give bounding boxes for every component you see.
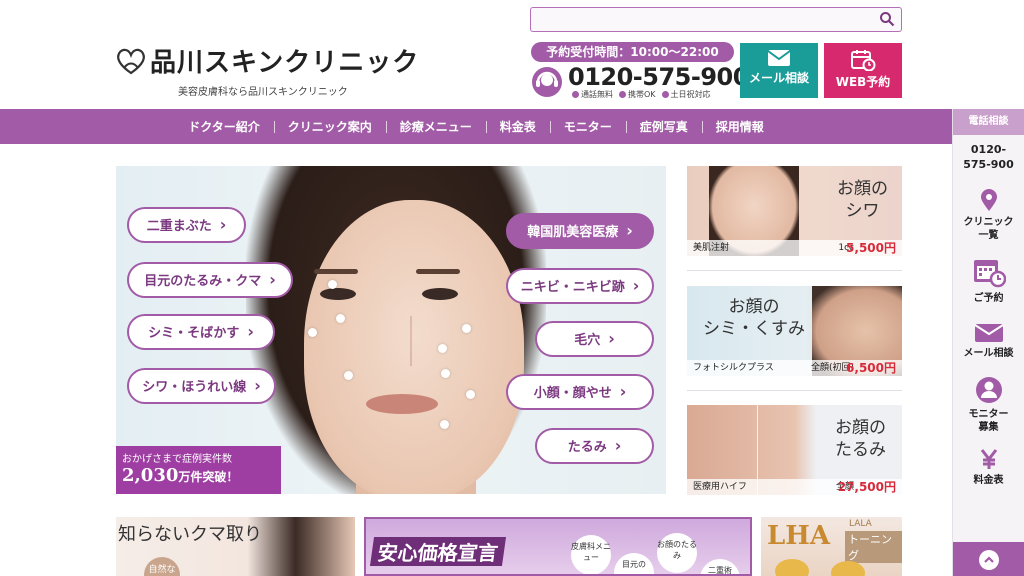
logo-tagline: 美容皮膚科なら品川スキンクリニック [178, 87, 348, 98]
reserve-hours: 予約受付時間：10:00〜22:00 [531, 42, 734, 62]
search-box[interactable] [530, 7, 902, 32]
banner-sagging[interactable]: お顔の たるみ 医療用ハイフ 全顔 27,500円 [687, 405, 902, 495]
model-face [304, 200, 524, 494]
tag-korean-skin[interactable]: 韓国肌美容医療 [506, 213, 654, 249]
nav-prices[interactable]: 料金表 [485, 118, 550, 135]
nav-monitor[interactable]: モニター [549, 118, 626, 135]
map-pin-icon [980, 189, 997, 211]
tag-double-eyelid[interactable]: 二重まぶた [127, 207, 246, 243]
sidebar-item-reserve[interactable]: ご予約 [953, 256, 1024, 305]
search-input[interactable] [531, 8, 871, 30]
banner-spots[interactable]: お顔の シミ・くすみ フォトシルクプラス 全顔(初回) 6,500円 [687, 286, 902, 376]
site-logo[interactable]: 品川スキンクリニック [114, 42, 419, 79]
calendar-clock-icon [973, 260, 1006, 288]
calendar-clock-icon [851, 50, 876, 71]
nav-menu[interactable]: 診療メニュー [385, 118, 486, 135]
logo-text: 品川スキンクリニック [150, 48, 420, 78]
main-nav: ドクター紹介 クリニック案内 診療メニュー 料金表 モニター 症例写真 採用情報 [0, 109, 952, 144]
tag-acne[interactable]: ニキビ・ニキビ跡 [506, 268, 654, 304]
nav-doctors[interactable]: ドクター紹介 [174, 118, 274, 135]
mail-consult-button[interactable]: メール相談 [740, 43, 818, 98]
hero-banner[interactable]: 二重まぶた 目元のたるみ・クマ シミ・そばかす シワ・ほうれい線 韓国肌美容医療… [116, 166, 666, 494]
tag-face-slimming[interactable]: 小顔・顔やせ [506, 374, 654, 410]
nav-clinics[interactable]: クリニック案内 [273, 118, 386, 135]
chevron-up-icon [984, 556, 994, 563]
banner-lha-toning[interactable]: LHA LALA トーニング [761, 517, 902, 576]
sidebar-item-monitor[interactable]: モニター 募集 [953, 376, 1024, 434]
search-icon[interactable] [879, 11, 895, 27]
sidebar-item-mail[interactable]: メール相談 [953, 323, 1024, 360]
tag-sagging[interactable]: たるみ [535, 428, 654, 464]
nav-recruit[interactable]: 採用情報 [701, 118, 778, 135]
web-reserve-button[interactable]: WEB予約 [824, 43, 902, 98]
note-free: 通話無料 [572, 89, 613, 100]
scroll-top-button[interactable] [953, 542, 1024, 576]
sidebar-phone-heading: 電話相談 [953, 109, 1024, 135]
banner-wrinkles[interactable]: お顔の シワ 美肌注射 1cc 5,500円 [687, 166, 902, 256]
sidebar-item-clinics[interactable]: クリニック 一覧 [953, 188, 1024, 242]
tag-pores[interactable]: 毛穴 [535, 321, 654, 357]
phone-notes: 通話無料 携帯OK 土日祝対応 [572, 89, 711, 100]
case-count-badge: おかげさまで症例実件数 2,030万件突破！ [116, 446, 281, 494]
operator-icon [532, 67, 562, 97]
tag-spots[interactable]: シミ・そばかす [127, 314, 275, 350]
sidebar-phone-number[interactable]: 0120- 575-900 [953, 142, 1024, 172]
nav-cases[interactable]: 症例写真 [625, 118, 702, 135]
sidebar-item-prices[interactable]: 料金表 [953, 448, 1024, 487]
mail-icon [973, 324, 1004, 342]
note-weekend: 土日祝対応 [661, 89, 711, 100]
person-icon [975, 377, 1002, 403]
tag-wrinkles[interactable]: シワ・ほうれい線 [127, 368, 276, 404]
banner-dark-circles[interactable]: 知らないクマ取り 自然な [116, 517, 355, 576]
mail-icon [767, 50, 791, 66]
tag-eye-bags[interactable]: 目元のたるみ・クマ [127, 262, 293, 298]
logo-heart-icon [117, 48, 145, 74]
note-mobile: 携帯OK [619, 89, 656, 100]
lips [366, 394, 438, 414]
banner-price-declaration[interactable]: 安心価格宣言 皮膚科メニュー 目元の お顔のたるみ 二重術 [364, 517, 752, 576]
phone-number[interactable]: 0120-575-900 [568, 63, 749, 91]
yen-icon [980, 449, 997, 469]
right-sidebar: 電話相談 0120- 575-900 クリニック 一覧 ご予約 メール相談 モニター… [952, 109, 1024, 576]
